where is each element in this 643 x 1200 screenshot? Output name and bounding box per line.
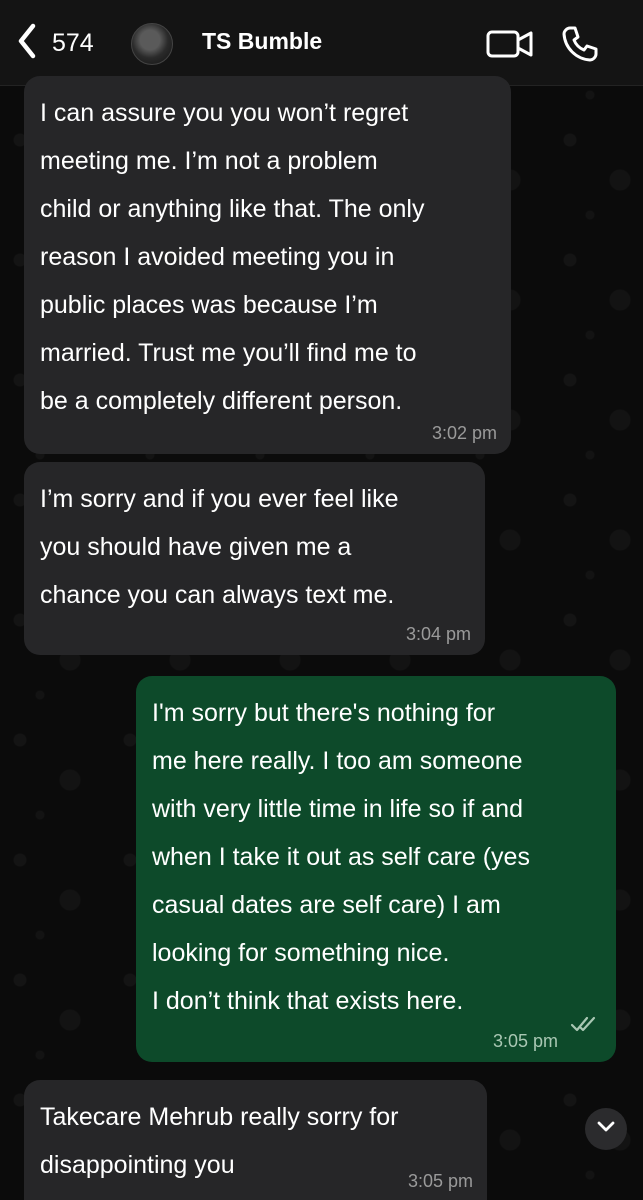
message-bubble-incoming[interactable]: I’m sorry and if you ever feel like you … <box>24 462 485 655</box>
double-check-icon <box>570 1002 602 1050</box>
back-button[interactable]: 574 <box>14 22 94 64</box>
message-bubble-incoming[interactable]: Takecare Mehrub really sorry for disappo… <box>24 1080 487 1200</box>
message-time: 3:04 pm <box>405 624 471 644</box>
message-text: I’m sorry and if you ever feel like you … <box>40 485 399 609</box>
chat-screen: 574 TS Bumble I can assure you you won’t… <box>0 0 643 1200</box>
message-text: I'm sorry but there's nothing for me her… <box>152 699 530 1015</box>
chevron-down-icon <box>596 1120 616 1139</box>
message-time: 3:05 pm <box>492 1031 558 1051</box>
message-time: 3:02 pm <box>431 423 497 443</box>
scroll-to-bottom-button[interactable] <box>585 1108 627 1150</box>
unread-count: 574 <box>52 28 94 57</box>
message-time: 3:05 pm <box>407 1171 473 1191</box>
chat-header: 574 TS Bumble <box>0 0 643 86</box>
message-bubble-outgoing[interactable]: I'm sorry but there's nothing for me her… <box>136 676 616 1062</box>
message-text: I can assure you you won’t regret meetin… <box>40 99 425 415</box>
phone-icon[interactable] <box>560 24 600 69</box>
video-camera-icon[interactable] <box>486 24 534 69</box>
contact-name[interactable]: TS Bumble <box>202 28 322 55</box>
avatar[interactable] <box>131 23 173 65</box>
chevron-left-icon <box>14 21 40 66</box>
message-bubble-incoming[interactable]: I can assure you you won’t regret meetin… <box>24 76 511 454</box>
